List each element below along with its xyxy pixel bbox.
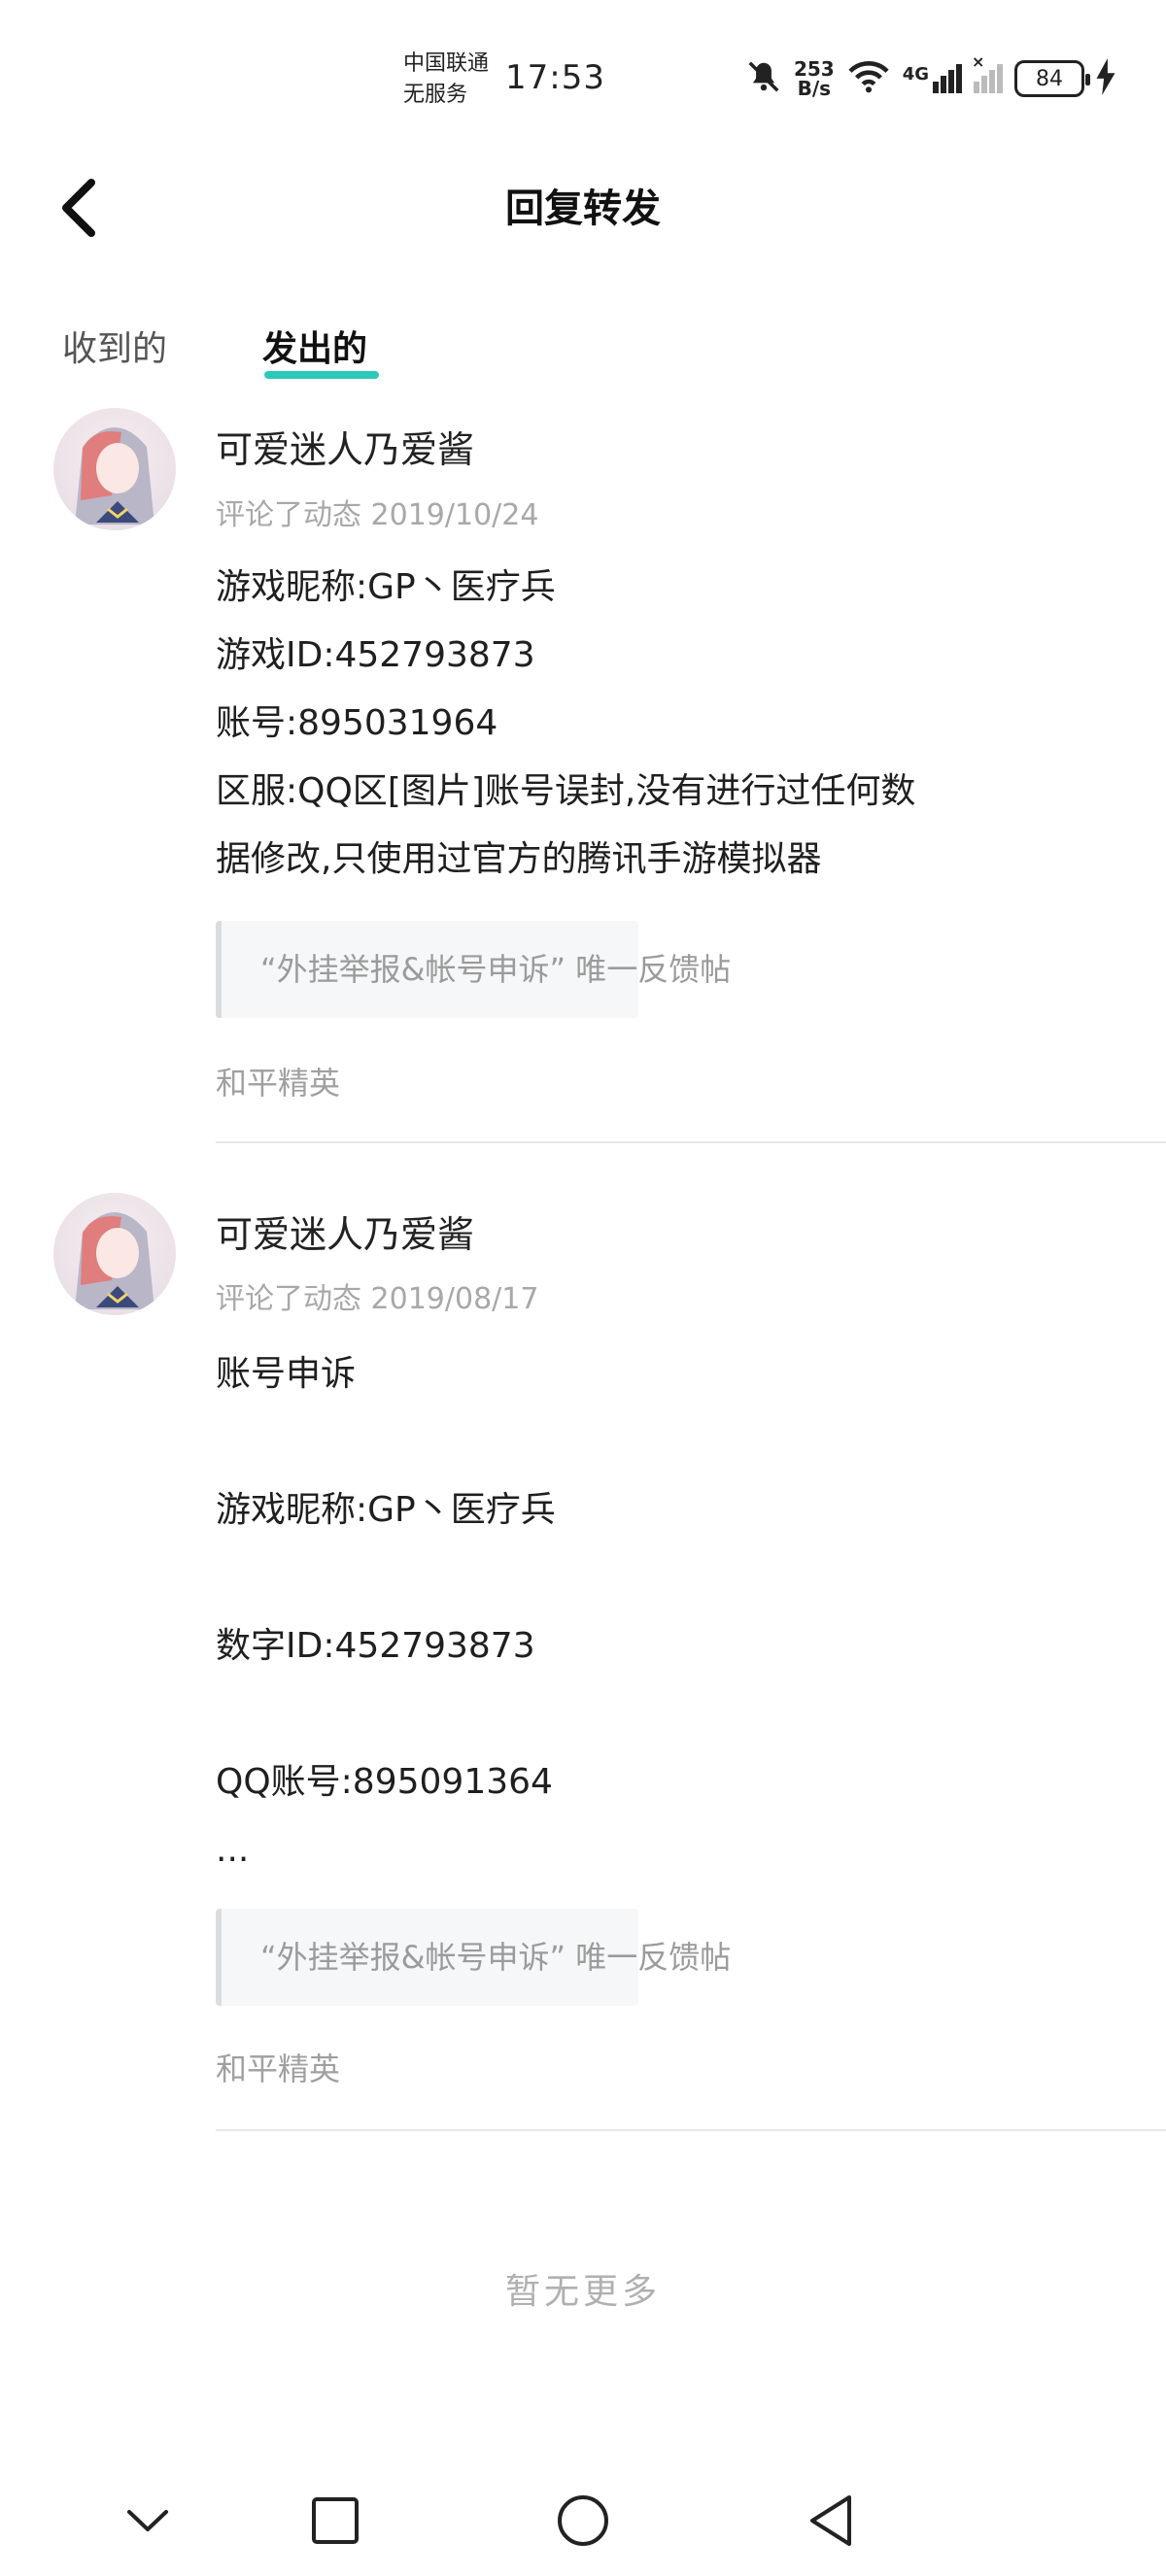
page-title: 回复转发 bbox=[505, 186, 661, 231]
carrier-info: 中国联通 无服务 bbox=[403, 49, 489, 111]
carrier-status: 无服务 bbox=[403, 83, 468, 107]
content-line: QQ账号:895091364 bbox=[216, 1762, 553, 1802]
content-line: 账号申诉 bbox=[216, 1354, 357, 1394]
wifi-icon bbox=[846, 58, 891, 99]
status-bar: 中国联通 无服务 17:53 253 B/s 4G × 84 bbox=[0, 0, 1166, 155]
nav-home-button[interactable] bbox=[539, 2477, 627, 2564]
nav-collapse-button[interactable] bbox=[104, 2477, 191, 2564]
content-line: 游戏ID:452793873 bbox=[216, 635, 535, 675]
chevron-left-icon bbox=[62, 179, 95, 237]
content-line: ... bbox=[216, 1830, 250, 1870]
author-name[interactable]: 可爱迷人乃爱酱 bbox=[216, 420, 474, 473]
tab-received[interactable]: 收到的 bbox=[62, 311, 167, 389]
content-line: 区服:QQ区[图片]账号误封,没有进行过任何数 bbox=[216, 771, 916, 811]
header: 回复转发 bbox=[0, 155, 1166, 262]
system-nav-bar bbox=[0, 2467, 1166, 2576]
nav-back-button[interactable] bbox=[787, 2477, 874, 2564]
clock: 17:53 bbox=[505, 58, 605, 97]
signal-4g-icon: 4G bbox=[903, 64, 962, 93]
content-line: 游戏昵称:GP丶医疗兵 bbox=[216, 567, 556, 607]
battery-icon: 84 bbox=[1014, 60, 1090, 97]
author-name[interactable]: 可爱迷人乃爱酱 bbox=[216, 1204, 474, 1258]
triangle-back-icon bbox=[810, 2495, 851, 2546]
nav-recents-button[interactable] bbox=[292, 2477, 379, 2564]
divider bbox=[216, 1141, 1166, 1143]
network-type: 4G bbox=[902, 64, 929, 85]
carrier-name: 中国联通 bbox=[403, 51, 490, 76]
circle-icon bbox=[558, 2495, 608, 2546]
community-tag[interactable]: 和平精英 bbox=[216, 2045, 340, 2089]
chevron-down-icon bbox=[127, 2510, 168, 2531]
community-tag[interactable]: 和平精英 bbox=[216, 1059, 340, 1103]
topic-card[interactable]: “外挂举报&帐号申诉” 唯一反馈帖 bbox=[216, 1909, 731, 2006]
topic-card[interactable]: “外挂举报&帐号申诉” 唯一反馈帖 bbox=[216, 921, 731, 1018]
content-line: 游戏昵称:GP丶医疗兵 bbox=[216, 1490, 556, 1530]
content-line bbox=[216, 1544, 1110, 1612]
topic-title: “外挂举报&帐号申诉” 唯一反馈帖 bbox=[260, 951, 732, 988]
post-meta: 评论了动态 2019/10/24 bbox=[216, 498, 539, 532]
avatar[interactable] bbox=[53, 408, 176, 530]
content-line bbox=[216, 1680, 1110, 1748]
battery-level: 84 bbox=[1036, 66, 1063, 91]
content-line: 数字ID:452793873 bbox=[216, 1626, 535, 1666]
back-button[interactable] bbox=[39, 169, 117, 247]
mute-bell-icon bbox=[745, 58, 782, 99]
divider bbox=[216, 2129, 1166, 2131]
tab-bar: 收到的 发出的 bbox=[0, 311, 1166, 389]
page: 中国联通 无服务 17:53 253 B/s 4G × 84 回复转发 收到的 … bbox=[0, 0, 1166, 2576]
net-speed: 253 B/s bbox=[793, 57, 835, 100]
charging-icon bbox=[1096, 58, 1115, 99]
signal-empty-icon: × bbox=[972, 52, 1003, 93]
topic-title: “外挂举报&帐号申诉” 唯一反馈帖 bbox=[260, 1939, 732, 1976]
avatar[interactable] bbox=[53, 1193, 176, 1315]
content-line: 账号:895031964 bbox=[216, 703, 498, 743]
content-line: 据修改,只使用过官方的腾讯手游模拟器 bbox=[216, 839, 822, 879]
post-content[interactable]: 游戏昵称:GP丶医疗兵 游戏ID:452793873 账号:895031964 … bbox=[216, 554, 1110, 894]
no-more-text: 暂无更多 bbox=[504, 2272, 661, 2312]
content-line bbox=[216, 1408, 1110, 1476]
square-icon bbox=[312, 2497, 359, 2544]
tab-active-indicator bbox=[264, 371, 379, 379]
post-content[interactable]: 账号申诉 游戏昵称:GP丶医疗兵 数字ID:452793873 QQ账号:895… bbox=[216, 1340, 1110, 1884]
post-meta: 评论了动态 2019/08/17 bbox=[216, 1282, 539, 1316]
status-icons: 253 B/s 4G × 84 bbox=[745, 52, 1115, 103]
